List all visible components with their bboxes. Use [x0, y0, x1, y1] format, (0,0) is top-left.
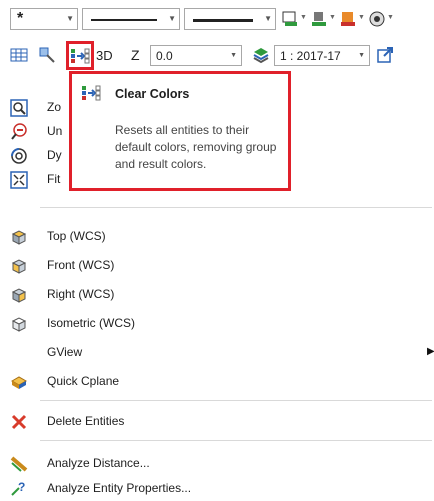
level-manager-icon[interactable] [252, 46, 270, 64]
line-style-combo[interactable]: ▼ [82, 8, 180, 30]
line-style-preview [91, 19, 157, 21]
menu-item-top-wcs[interactable]: Top (WCS) [0, 225, 434, 249]
menu-item-label: Right (WCS) [47, 287, 115, 301]
clear-colors-icon [80, 83, 102, 105]
color-entities-icon[interactable] [38, 46, 56, 64]
cube-right-icon [10, 286, 28, 304]
chevron-down-icon[interactable]: ▼ [329, 14, 336, 21]
cube-isometric-icon [10, 315, 28, 333]
line-width-preview [193, 19, 253, 22]
chevron-down-icon[interactable]: ▼ [168, 14, 176, 24]
open-external-icon[interactable] [376, 46, 394, 64]
chevron-down-icon[interactable]: ▼ [358, 14, 365, 21]
wireframe-color-icon[interactable] [281, 10, 299, 28]
tooltip-title: Clear Colors [115, 87, 190, 101]
chevron-down-icon[interactable]: ▼ [230, 52, 237, 59]
menu-item-label: Delete Entities [47, 414, 125, 428]
menu-item-analyze-entity-properties[interactable]: ? Analyze Entity Properties... [0, 477, 434, 501]
level-value: 1 : 2017-17 [280, 49, 341, 63]
z-depth-input[interactable]: 0.0 ▼ [150, 45, 242, 66]
menu-item-isometric-wcs[interactable]: Isometric (WCS) [0, 312, 434, 336]
menu-item-label: Analyze Distance... [47, 456, 150, 470]
chevron-down-icon[interactable]: ▼ [387, 14, 394, 21]
menu-item-quick-cplane[interactable]: Quick Cplane [0, 370, 434, 394]
line-width-combo[interactable]: ▼ [184, 8, 276, 30]
menu-item-label: Quick Cplane [47, 374, 120, 388]
menu-item-right-wcs[interactable]: Right (WCS) [0, 283, 434, 307]
zoom-out-icon [10, 123, 28, 141]
analyze-distance-icon [10, 455, 28, 473]
menu-item-label: Isometric (WCS) [47, 316, 135, 330]
menu-item-label: GView [47, 345, 83, 359]
view-3d-toggle[interactable]: 3D [96, 48, 113, 63]
grid-icon[interactable] [10, 46, 28, 64]
analyze-properties-icon: ? [10, 480, 28, 498]
cube-front-icon [10, 257, 28, 275]
quick-cplane-icon [10, 373, 28, 391]
menu-item-label: Analyze Entity Properties... [47, 481, 192, 495]
menu-item-label: Front (WCS) [47, 258, 115, 272]
menu-separator [40, 440, 432, 441]
chevron-down-icon[interactable]: ▼ [264, 14, 272, 24]
svg-text:?: ? [18, 480, 25, 494]
point-style-value: * [17, 10, 24, 27]
z-depth-label: Z [131, 47, 140, 63]
point-style-combo[interactable]: * ▼ [10, 8, 78, 30]
point-color-icon[interactable] [368, 10, 386, 28]
menu-item-label: Dy [47, 148, 62, 162]
chevron-down-icon[interactable]: ▼ [66, 14, 74, 24]
z-depth-value: 0.0 [156, 49, 173, 63]
dynamic-rotation-icon [10, 147, 28, 165]
menu-item-delete-entities[interactable]: Delete Entities [0, 410, 434, 434]
clear-colors-highlight [66, 41, 94, 70]
menu-separator [40, 400, 432, 401]
solid-color-icon[interactable] [310, 10, 328, 28]
fit-icon [10, 171, 28, 189]
chevron-down-icon[interactable]: ▼ [358, 52, 365, 59]
zoom-window-icon [10, 99, 28, 117]
level-select[interactable]: 1 : 2017-17 ▼ [274, 45, 370, 66]
menu-item-label: Fit [47, 172, 61, 186]
menu-item-analyze-distance[interactable]: Analyze Distance... [0, 452, 434, 476]
menu-separator [40, 207, 432, 208]
delete-x-icon [10, 413, 28, 431]
menu-item-label: Top (WCS) [47, 229, 106, 243]
menu-item-label: Un [47, 124, 63, 138]
tooltip-description: Resets all entities to their default col… [115, 123, 277, 171]
menu-item-label: Zo [47, 100, 62, 114]
clear-colors-tooltip: Clear Colors Resets all entities to thei… [69, 71, 291, 191]
cube-top-icon [10, 228, 28, 246]
menu-item-gview[interactable]: GView ▶ [0, 341, 434, 365]
surface-color-icon[interactable] [339, 10, 357, 28]
chevron-down-icon[interactable]: ▼ [300, 14, 307, 21]
menu-item-front-wcs[interactable]: Front (WCS) [0, 254, 434, 278]
submenu-arrow-icon: ▶ [427, 346, 434, 357]
